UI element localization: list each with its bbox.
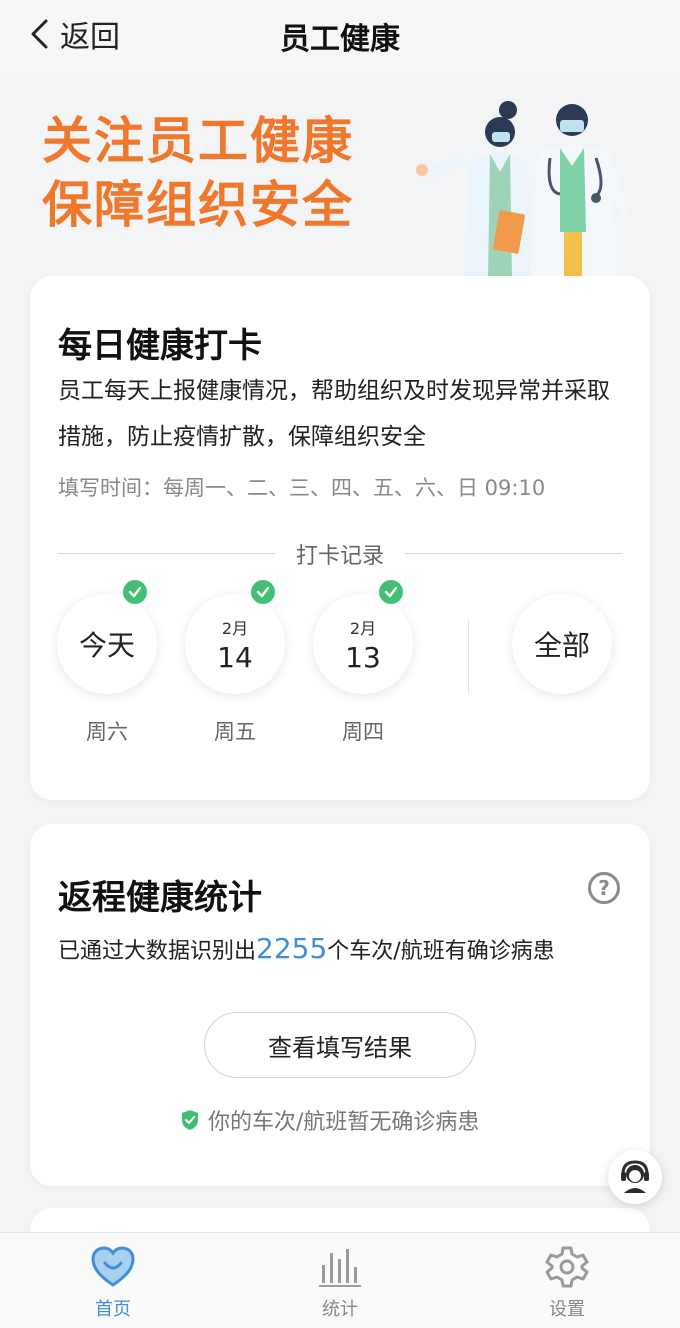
banner-slogan-line1: 关注员工健康 xyxy=(42,112,354,170)
tab-label: 首页 xyxy=(95,1299,131,1320)
divider-line-right xyxy=(404,553,622,554)
headset-icon xyxy=(621,1160,649,1193)
doctors-illustration xyxy=(416,101,628,282)
day-circle[interactable]: 2月 13 xyxy=(313,580,413,694)
checkin-day-13[interactable]: 2月 13 周四 xyxy=(313,580,419,746)
check-icon xyxy=(379,580,403,604)
vertical-separator xyxy=(468,620,469,694)
day-main: 今天 xyxy=(78,629,135,662)
stat-number: 2255 xyxy=(256,932,328,965)
gear-icon xyxy=(545,1246,589,1288)
safe-status: 你的车次/航班暂无确诊病患 xyxy=(180,1104,479,1136)
heart-icon xyxy=(91,1246,135,1287)
day-month: 2月 xyxy=(349,618,377,638)
chevron-left-icon xyxy=(31,19,48,49)
back-button[interactable]: 返回 xyxy=(28,12,120,56)
customer-service-button[interactable] xyxy=(608,1150,662,1204)
stat-prefix: 已通过大数据识别出 xyxy=(58,939,257,964)
back-label: 返回 xyxy=(60,20,120,55)
banner-slogan-line2: 保障组织安全 xyxy=(42,176,354,234)
banner: 关注员工健康 保障组织安全 xyxy=(0,72,680,282)
day-weekday: 周五 xyxy=(214,720,256,744)
shield-check-icon xyxy=(182,1110,198,1130)
day-weekday: 周四 xyxy=(342,720,384,744)
page-title: 员工健康 xyxy=(280,22,400,57)
checkin-all-button[interactable]: 全部 xyxy=(512,594,618,694)
checkin-day-14[interactable]: 2月 14 周五 xyxy=(185,580,291,746)
stat-suffix: 个车次/航班有确诊病患 xyxy=(327,939,555,964)
all-circle[interactable]: 全部 xyxy=(512,594,612,694)
safe-text: 你的车次/航班暂无确诊病患 xyxy=(208,1110,480,1135)
return-health-card: 返程健康统计 ? 已通过大数据识别出2255个车次/航班有确诊病患 查看填写结果… xyxy=(30,824,650,1186)
bar-chart-icon xyxy=(319,1249,361,1287)
return-title: 返程健康统计 xyxy=(58,878,262,918)
stat-line: 已通过大数据识别出2255个车次/航班有确诊病患 xyxy=(58,932,555,965)
day-main: 13 xyxy=(345,640,381,674)
day-month: 2月 xyxy=(221,618,249,638)
tab-label: 统计 xyxy=(322,1299,358,1320)
tab-label: 设置 xyxy=(549,1299,585,1320)
record-divider: 打卡记录 xyxy=(58,538,622,569)
checkin-title: 每日健康打卡 xyxy=(58,326,262,366)
check-icon xyxy=(251,580,275,604)
checkin-day-today[interactable]: 今天 周六 xyxy=(57,580,163,746)
tab-home[interactable]: 首页 xyxy=(53,1245,173,1321)
view-results-button[interactable]: 查看填写结果 xyxy=(204,1012,476,1078)
help-icon[interactable]: ? xyxy=(588,872,620,904)
tab-stats[interactable]: 统计 xyxy=(280,1245,400,1321)
fill-time: 填写时间：每周一、二、三、四、五、六、日 09:10 xyxy=(58,476,546,500)
day-circle[interactable]: 2月 14 xyxy=(185,580,285,694)
day-weekday: 周六 xyxy=(86,720,128,744)
tab-bar: 首页 统计 设置 xyxy=(0,1232,680,1328)
day-main: 14 xyxy=(217,640,253,674)
nav-header: 返回 员工健康 xyxy=(0,0,680,72)
day-circle[interactable]: 今天 xyxy=(57,580,157,694)
all-label: 全部 xyxy=(533,629,590,662)
check-icon xyxy=(123,580,147,604)
tab-settings[interactable]: 设置 xyxy=(507,1245,627,1321)
record-label: 打卡记录 xyxy=(295,544,384,569)
daily-checkin-card: 每日健康打卡 员工每天上报健康情况，帮助组织及时发现异常并采取措施，防止疫情扩散… xyxy=(30,276,650,800)
checkin-description: 员工每天上报健康情况，帮助组织及时发现异常并采取措施，防止疫情扩散，保障组织安全 xyxy=(58,378,610,450)
